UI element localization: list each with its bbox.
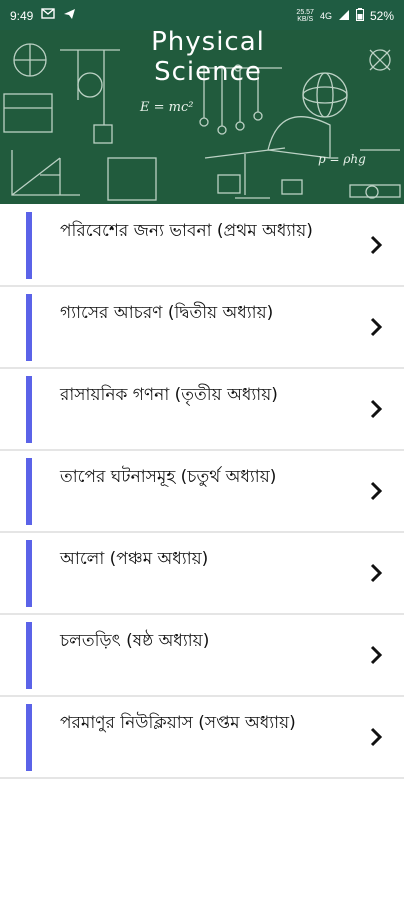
- banner-title: Physical Science: [138, 30, 278, 87]
- data-speed-value: 25.57: [296, 9, 314, 16]
- accent-bar: [26, 622, 32, 689]
- chapter-item-2[interactable]: গ্যাসের আচরণ (দ্বিতীয় অধ্যায়): [0, 287, 404, 369]
- chevron-right-icon: [370, 727, 383, 747]
- chapter-list: পরিবেশের জন্য ভাবনা (প্রথম অধ্যায়) গ্যা…: [0, 205, 404, 779]
- chevron-right-icon: [370, 563, 383, 583]
- message-icon: [41, 8, 56, 23]
- signal-icon: [338, 9, 350, 24]
- chapter-label: রাসায়নিক গণনা (তৃতীয় অধ্যায়): [60, 385, 278, 405]
- data-speed-unit: KB/S: [297, 16, 314, 23]
- chapter-item-3[interactable]: রাসায়নিক গণনা (তৃতীয় অধ্যায়): [0, 369, 404, 451]
- network-type: 4G: [319, 11, 332, 21]
- accent-bar: [26, 458, 32, 525]
- battery-icon: [355, 8, 364, 24]
- chevron-right-icon: [370, 235, 383, 255]
- banner-title-line1: Physical: [151, 30, 265, 57]
- chapter-item-7[interactable]: পরমাণুর নিউক্লিয়াস (সপ্তম অধ্যায়): [0, 697, 404, 779]
- banner-title-line2: Science: [154, 57, 262, 87]
- chevron-right-icon: [370, 481, 383, 501]
- chapter-item-1[interactable]: পরিবেশের জন্য ভাবনা (প্রথম অধ্যায়): [0, 205, 404, 287]
- telegram-icon: [63, 8, 76, 23]
- status-bar: 9:49 25.57 KB/S 4G 52%: [0, 0, 404, 30]
- chapter-label: আলো (পঞ্চম অধ্যায়): [60, 549, 209, 569]
- pressure-formula: p = ρhg: [318, 152, 366, 166]
- chapter-item-6[interactable]: চলতড়িৎ (ষষ্ঠ অধ্যায়): [0, 615, 404, 697]
- accent-bar: [26, 540, 32, 607]
- chapter-label: গ্যাসের আচরণ (দ্বিতীয় অধ্যায়): [60, 303, 274, 323]
- chapter-label: তাপের ঘটনাসমূহ (চতুর্থ অধ্যায়): [60, 467, 277, 487]
- chevron-right-icon: [370, 399, 383, 419]
- chapter-item-4[interactable]: তাপের ঘটনাসমূহ (চতুর্থ অধ্যায়): [0, 451, 404, 533]
- chevron-right-icon: [370, 317, 383, 337]
- accent-bar: [26, 212, 32, 279]
- battery-level: 52%: [369, 9, 394, 23]
- chapter-label: চলতড়িৎ (ষষ্ঠ অধ্যায়): [60, 631, 210, 651]
- energy-formula: E = mc²: [140, 100, 194, 115]
- accent-bar: [26, 376, 32, 443]
- chapter-item-5[interactable]: আলো (পঞ্চম অধ্যায়): [0, 533, 404, 615]
- data-speed: 25.57 KB/S: [296, 9, 314, 23]
- physical-science-banner: Physical Science E = mc² p = ρhg: [0, 30, 404, 204]
- chevron-right-icon: [370, 645, 383, 665]
- chapter-label: পরমাণুর নিউক্লিয়াস (সপ্তম অধ্যায়): [60, 713, 296, 733]
- accent-bar: [26, 294, 32, 361]
- accent-bar: [26, 704, 32, 771]
- chapter-label: পরিবেশের জন্য ভাবনা (প্রথম অধ্যায়): [60, 221, 313, 241]
- status-time: 9:49: [10, 8, 34, 23]
